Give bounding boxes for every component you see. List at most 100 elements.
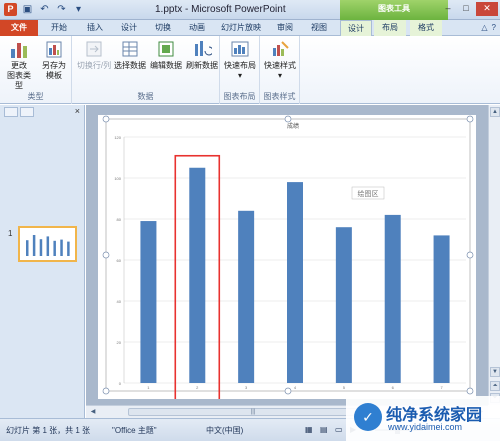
select-data-icon <box>120 39 140 59</box>
resize-handle[interactable] <box>466 115 474 123</box>
customize-icon[interactable]: ▾ <box>72 3 85 16</box>
switch-row-column-icon <box>84 39 104 59</box>
minimize-icon[interactable]: – <box>440 2 456 16</box>
slide-canvas[interactable]: 成绩 0 20 40 60 80 100 120 1 2 3 4 5 6 7 绘图区 <box>98 115 476 402</box>
tab-view[interactable]: 视图 <box>304 20 334 36</box>
y-tick-label: 20 <box>117 340 122 345</box>
chart-title: 成绩 <box>287 122 299 130</box>
slide-thumbnail[interactable] <box>18 226 77 262</box>
vertical-scrollbar[interactable]: ▲ ▼ ⏶ ⏷ <box>488 105 500 405</box>
resize-handle[interactable] <box>102 115 110 123</box>
edit-data-button[interactable]: 编辑数据 <box>148 39 184 71</box>
tab-review[interactable]: 审阅 <box>270 20 300 36</box>
tab-design[interactable]: 设计 <box>114 20 144 36</box>
tab-chart-layout[interactable]: 布局 <box>374 20 406 36</box>
bar[interactable] <box>384 214 401 383</box>
watermark-url: www.yidaimei.com <box>388 422 463 432</box>
bar[interactable] <box>189 167 206 383</box>
ribbon: 更改 图表类型 另存为 模板 类型 切换行/列 选择数据 编辑数据 刷新数据 数… <box>0 36 500 104</box>
watermark-logo-icon: ✓ <box>354 403 382 431</box>
select-data-button[interactable]: 选择数据 <box>112 39 148 71</box>
maximize-icon[interactable]: □ <box>458 2 474 16</box>
change-chart-type-button[interactable]: 更改 图表类型 <box>4 39 34 91</box>
resize-handle[interactable] <box>466 251 474 259</box>
group-label-data: 数据 <box>137 92 154 101</box>
save-icon[interactable]: ▣ <box>21 3 34 16</box>
save-as-template-button[interactable]: 另存为 模板 <box>38 39 70 81</box>
close-icon[interactable]: × <box>75 106 80 116</box>
slide-sorter-icon[interactable]: ▤ <box>320 425 328 434</box>
group-type: 更改 图表类型 另存为 模板 类型 <box>0 36 72 104</box>
y-tick-label: 0 <box>119 381 122 386</box>
tab-transitions[interactable]: 切换 <box>148 20 178 36</box>
y-tick-label: 120 <box>114 135 121 140</box>
x-tick-label: 7 <box>440 385 443 390</box>
resize-handle[interactable] <box>284 115 292 123</box>
slide-info: 幻灯片 第 1 张，共 1 张 <box>6 426 91 435</box>
tab-chart-format[interactable]: 格式 <box>410 20 442 36</box>
scroll-thumb[interactable]: ||| <box>128 408 378 416</box>
tab-insert[interactable]: 插入 <box>80 20 110 36</box>
bar[interactable] <box>287 182 303 383</box>
scroll-left-icon[interactable]: ◀ <box>88 407 98 417</box>
tab-slideshow[interactable]: 幻灯片放映 <box>216 20 266 36</box>
help-icon[interactable]: ? <box>492 23 496 32</box>
switch-row-column-button[interactable]: 切换行/列 <box>76 39 112 71</box>
bar-chart-icon <box>9 39 29 59</box>
x-tick-label: 5 <box>343 385 346 390</box>
x-tick-label: 3 <box>245 385 248 390</box>
thumbnail-bar <box>26 240 29 256</box>
slides-tab-icon[interactable] <box>4 107 18 117</box>
quick-layout-button[interactable]: 快速布局 ▾ <box>222 39 258 81</box>
resize-handle[interactable] <box>466 387 474 395</box>
window-title: 1.pptx - Microsoft PowerPoint <box>155 4 286 15</box>
group-label-type: 类型 <box>27 92 44 101</box>
y-tick-label: 60 <box>117 258 122 263</box>
thumbnail-bar <box>39 239 43 256</box>
group-chart-layout: 快速布局 ▾ 图表布局 <box>220 36 260 104</box>
thumbnail-bar <box>32 235 36 256</box>
resize-handle[interactable] <box>102 387 110 395</box>
resize-handle[interactable] <box>102 251 110 259</box>
quick-layout-icon <box>230 39 250 59</box>
tab-animations[interactable]: 动画 <box>182 20 212 36</box>
chart-tools-context-label: 图表工具 <box>340 0 448 20</box>
chevron-down-icon: ▾ <box>277 71 282 80</box>
refresh-data-icon <box>192 39 214 59</box>
quick-style-button[interactable]: 快速样式 ▾ <box>262 39 298 81</box>
y-tick-label: 80 <box>117 217 122 222</box>
quick-style-icon <box>270 39 290 59</box>
x-tick-label: 6 <box>392 385 395 390</box>
thumbnail-bar <box>60 239 63 256</box>
normal-view-icon[interactable]: ▦ <box>305 425 313 434</box>
close-icon[interactable]: ✕ <box>476 2 498 16</box>
x-tick-label: 4 <box>294 385 297 390</box>
edit-data-icon <box>156 39 176 59</box>
group-label-style: 图表样式 <box>263 92 296 101</box>
reading-view-icon[interactable]: ▭ <box>335 425 343 434</box>
bar[interactable] <box>238 210 255 383</box>
thumbnail-bar <box>67 241 70 256</box>
tab-chart-design[interactable]: 设计 <box>340 20 372 37</box>
scroll-up-icon[interactable]: ▲ <box>490 107 500 117</box>
redo-icon[interactable]: ↷ <box>55 3 68 16</box>
resize-handle[interactable] <box>284 387 292 395</box>
chart[interactable]: 成绩 0 20 40 60 80 100 120 1 2 3 4 5 6 7 绘图区 <box>98 115 476 402</box>
previous-slide-icon[interactable]: ⏶ <box>490 381 500 391</box>
bar[interactable] <box>335 227 352 383</box>
outline-tab-icon[interactable] <box>20 107 34 117</box>
group-label-layout: 图表布局 <box>223 92 256 101</box>
tab-home[interactable]: 开始 <box>44 20 74 36</box>
group-chart-style: 快速样式 ▾ 图表样式 <box>260 36 300 104</box>
tab-file[interactable]: 文件 <box>0 20 38 36</box>
group-data: 切换行/列 选择数据 编辑数据 刷新数据 数据 <box>72 36 220 104</box>
refresh-data-button[interactable]: 刷新数据 <box>184 39 220 71</box>
bar[interactable] <box>140 221 157 383</box>
ribbon-minimize-icon[interactable]: △ <box>481 23 487 32</box>
bar[interactable] <box>433 235 450 383</box>
language-indicator[interactable]: 中文(中国) <box>206 425 243 436</box>
scroll-down-icon[interactable]: ▼ <box>490 367 500 377</box>
template-icon <box>44 39 64 59</box>
ribbon-tabs: 文件 开始 插入 设计 切换 动画 幻灯片放映 审阅 视图 设计 布局 格式 △… <box>0 20 500 37</box>
undo-icon[interactable]: ↶ <box>38 3 51 16</box>
